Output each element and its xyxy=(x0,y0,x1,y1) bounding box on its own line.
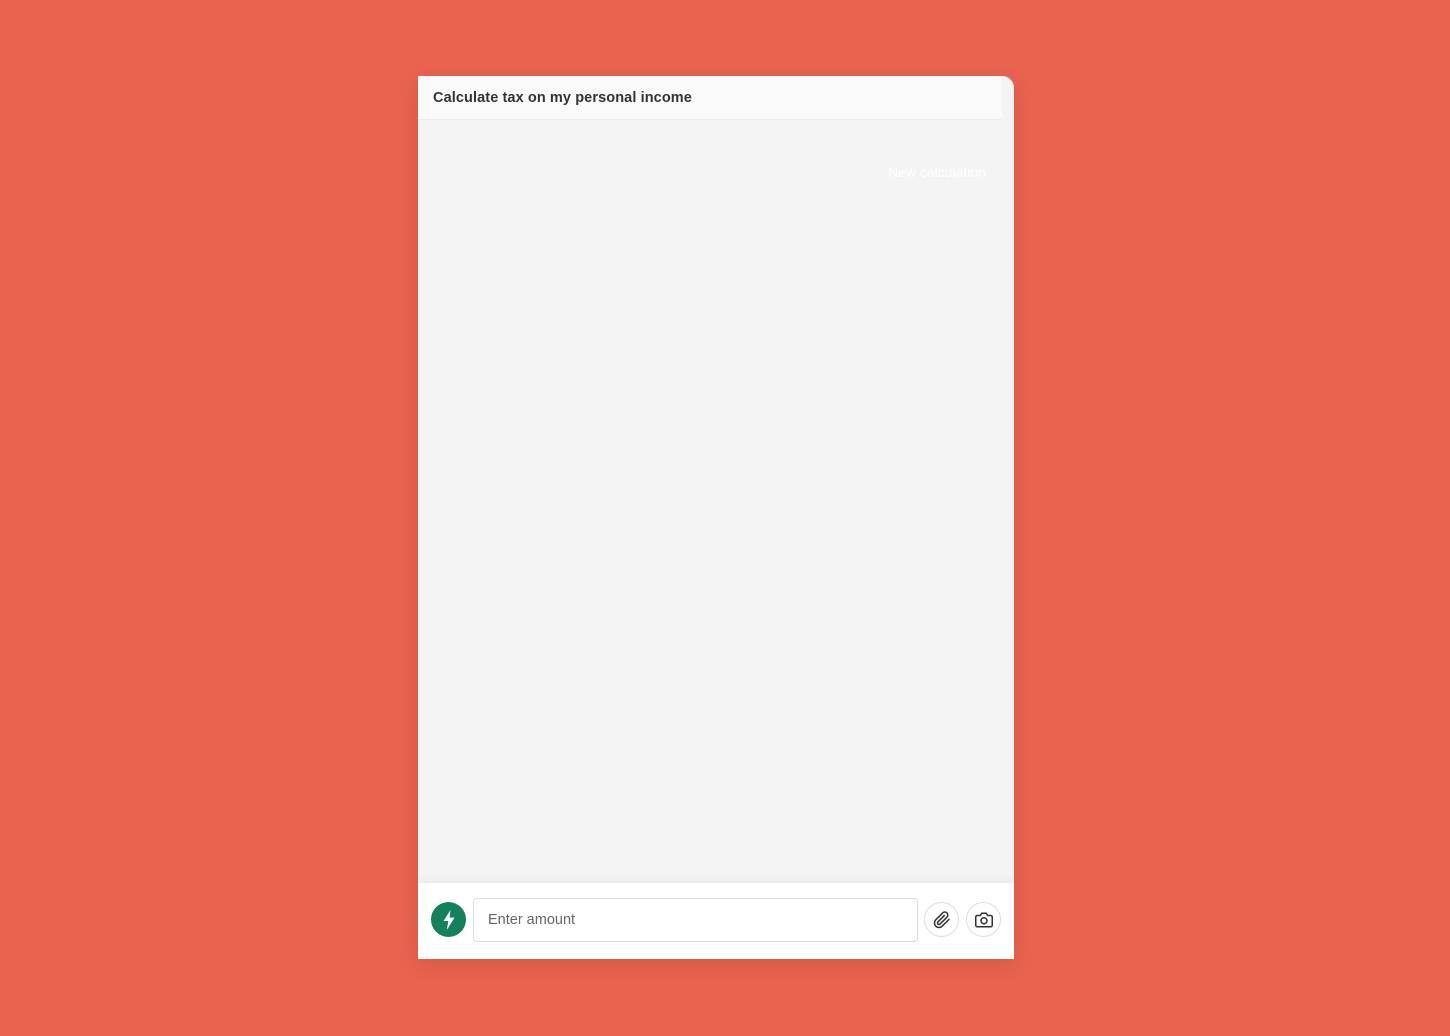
chat-window: Calculate tax on my personal income New … xyxy=(418,76,1014,959)
message-area: New calculation xyxy=(418,120,1014,883)
composer xyxy=(418,883,1014,959)
chat-header: Calculate tax on my personal income xyxy=(418,76,1002,120)
header-edge xyxy=(1002,76,1014,120)
attach-button[interactable] xyxy=(924,902,959,937)
amount-input[interactable] xyxy=(473,898,918,942)
paperclip-icon xyxy=(933,910,951,929)
camera-button[interactable] xyxy=(966,902,1001,937)
new-calculation-button[interactable]: New calculation xyxy=(888,164,986,180)
quick-action-button[interactable] xyxy=(431,902,466,937)
page-title: Calculate tax on my personal income xyxy=(433,89,692,106)
camera-icon xyxy=(974,911,993,929)
lightning-bolt-icon xyxy=(442,909,456,930)
